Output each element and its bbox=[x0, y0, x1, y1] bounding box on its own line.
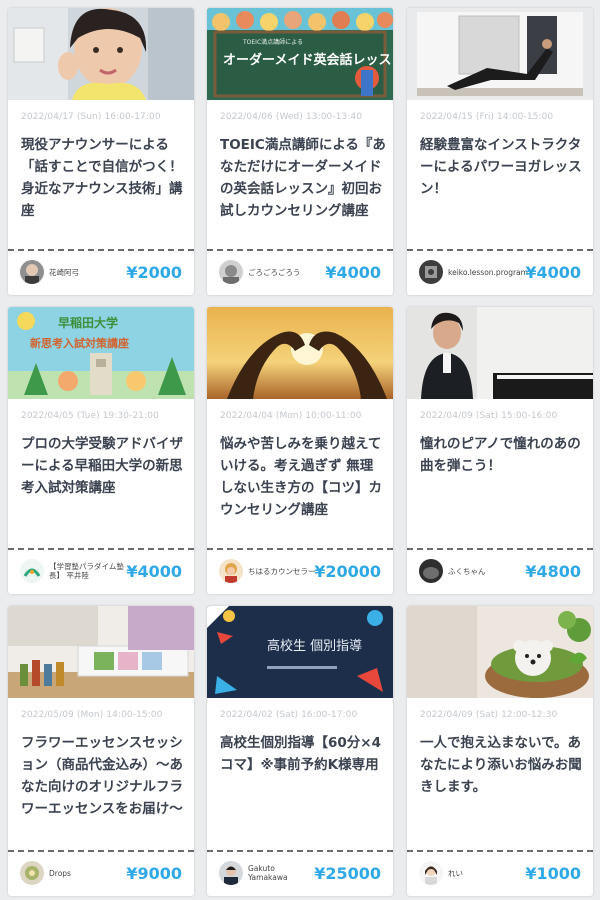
card-divider bbox=[407, 850, 593, 852]
author-avatar[interactable] bbox=[419, 260, 443, 284]
author-name[interactable]: ふくちゃん bbox=[448, 560, 528, 582]
card-price: ¥1000 bbox=[525, 864, 581, 883]
author-avatar[interactable] bbox=[219, 861, 243, 885]
card-price: ¥4000 bbox=[325, 263, 381, 282]
card-price: ¥4800 bbox=[525, 562, 581, 581]
author-avatar[interactable] bbox=[219, 559, 243, 583]
card-date: 2022/04/06 (Wed) 13:00-13:40 bbox=[220, 112, 363, 122]
card-title[interactable]: 現役アナウンサーによる「話すことで自信がつく！身近なアナウンス技術」講座 bbox=[21, 134, 187, 222]
card-title[interactable]: プロの大学受験アドバイザーによる早稲田大学の新思考入試対策講座 bbox=[21, 433, 187, 499]
card-thumbnail[interactable] bbox=[407, 307, 593, 399]
author-name[interactable]: keiko.lesson.program bbox=[448, 261, 528, 283]
author-avatar[interactable] bbox=[219, 260, 243, 284]
author-name[interactable]: 【学習塾パラダイム塾長】 平井陸 bbox=[49, 560, 129, 582]
card-date: 2022/04/05 (Tue) 19:30-21:00 bbox=[21, 411, 159, 421]
author-avatar[interactable] bbox=[20, 559, 44, 583]
thumb-caption-small: TOEIC満点講師による bbox=[242, 38, 303, 46]
card-title[interactable]: 一人で抱え込まないで。あなたにより添いお悩みお聞きします。 bbox=[420, 732, 586, 798]
card-date: 2022/04/04 (Mon) 10:00-11:00 bbox=[220, 411, 362, 421]
card-divider bbox=[207, 249, 393, 251]
lesson-card[interactable]: 高校生 個別指導 2022/04/02 (Sat) 16:00-17:00 高校… bbox=[207, 606, 393, 896]
author-name[interactable]: れい bbox=[448, 862, 528, 884]
card-date: 2022/04/09 (Sat) 15:00-16:00 bbox=[420, 411, 558, 421]
lesson-card[interactable]: 早稲田大学 新思考入試対策講座 2022/04/05 (Tue) 19:30-2… bbox=[8, 307, 194, 594]
thumb-caption: 早稲田大学 bbox=[58, 315, 118, 330]
card-divider bbox=[8, 850, 194, 852]
card-title[interactable]: 悩みや苦しみを乗り越えていける。考え過ぎず 無理しない生き方の【コツ】カウンセリ… bbox=[220, 433, 386, 521]
card-title[interactable]: 憧れのピアノで憧れのあの曲を弾こう！ bbox=[420, 433, 586, 477]
card-divider bbox=[407, 548, 593, 550]
lesson-card[interactable]: 2022/04/17 (Sun) 16:00-17:00 現役アナウンサーによる… bbox=[8, 8, 194, 295]
thumb-caption-small: 新思考入試対策講座 bbox=[30, 336, 129, 350]
author-avatar[interactable] bbox=[20, 861, 44, 885]
author-name[interactable]: Gakuto Yamakawa bbox=[248, 862, 296, 884]
card-thumbnail[interactable] bbox=[8, 606, 194, 698]
author-avatar[interactable] bbox=[20, 260, 44, 284]
card-date: 2022/04/15 (Fri) 14:00-15:00 bbox=[420, 112, 554, 122]
card-date: 2022/05/09 (Mon) 14:00-15:00 bbox=[21, 710, 163, 720]
lesson-card[interactable]: 2022/04/04 (Mon) 10:00-11:00 悩みや苦しみを乗り越え… bbox=[207, 307, 393, 594]
card-divider bbox=[207, 548, 393, 550]
card-thumbnail[interactable]: 早稲田大学 新思考入試対策講座 bbox=[8, 307, 194, 399]
card-price: ¥25000 bbox=[314, 864, 381, 883]
card-thumbnail[interactable] bbox=[8, 8, 194, 100]
lesson-card[interactable]: 2022/04/09 (Sat) 12:00-12:30 一人で抱え込まないで。… bbox=[407, 606, 593, 896]
card-title[interactable]: TOEIC満点講師による『あなただけにオーダーメイドの英会話レッスン』初回お試し… bbox=[220, 134, 386, 222]
card-divider bbox=[8, 548, 194, 550]
author-name[interactable]: ごろごろごろう bbox=[248, 261, 328, 283]
card-thumbnail[interactable] bbox=[207, 307, 393, 399]
card-price: ¥4000 bbox=[525, 263, 581, 282]
card-title[interactable]: 高校生個別指導【60分×4コマ】※事前予約K様専用 bbox=[220, 732, 386, 776]
card-thumbnail[interactable] bbox=[407, 8, 593, 100]
lesson-card-grid: 2022/04/17 (Sun) 16:00-17:00 現役アナウンサーによる… bbox=[0, 0, 600, 900]
card-divider bbox=[407, 249, 593, 251]
card-price: ¥4000 bbox=[126, 562, 182, 581]
card-date: 2022/04/17 (Sun) 16:00-17:00 bbox=[21, 112, 161, 122]
card-price: ¥9000 bbox=[126, 864, 182, 883]
author-avatar[interactable] bbox=[419, 559, 443, 583]
card-thumbnail[interactable] bbox=[407, 606, 593, 698]
card-thumbnail[interactable]: 高校生 個別指導 bbox=[207, 606, 393, 698]
card-divider bbox=[207, 850, 393, 852]
card-date: 2022/04/02 (Sat) 16:00-17:00 bbox=[220, 710, 358, 720]
card-title[interactable]: 経験豊富なインストラクターによるパワーヨガレッスン！ bbox=[420, 134, 586, 200]
card-price: ¥20000 bbox=[314, 562, 381, 581]
thumb-caption: オーダーメイド英会話レッスン bbox=[223, 52, 393, 68]
author-name[interactable]: Drops bbox=[49, 862, 129, 884]
lesson-card[interactable]: 2022/05/09 (Mon) 14:00-15:00 フラワーエッセンスセッ… bbox=[8, 606, 194, 896]
card-date: 2022/04/09 (Sat) 12:00-12:30 bbox=[420, 710, 558, 720]
lesson-card[interactable]: TOEIC満点講師による オーダーメイド英会話レッスン 2022/04/06 (… bbox=[207, 8, 393, 295]
card-thumbnail[interactable]: TOEIC満点講師による オーダーメイド英会話レッスン bbox=[207, 8, 393, 100]
lesson-card[interactable]: 2022/04/09 (Sat) 15:00-16:00 憧れのピアノで憧れのあ… bbox=[407, 307, 593, 594]
author-avatar[interactable] bbox=[419, 861, 443, 885]
lesson-card[interactable]: 2022/04/15 (Fri) 14:00-15:00 経験豊富なインストラク… bbox=[407, 8, 593, 295]
card-divider bbox=[8, 249, 194, 251]
thumb-caption: 高校生 個別指導 bbox=[267, 638, 362, 654]
author-name[interactable]: 花崎阿弓 bbox=[49, 261, 129, 283]
card-title[interactable]: フラワーエッセンスセッション（商品代金込み）～あなた向けのオリジナルフラワーエッ… bbox=[21, 732, 187, 820]
card-price: ¥2000 bbox=[126, 263, 182, 282]
